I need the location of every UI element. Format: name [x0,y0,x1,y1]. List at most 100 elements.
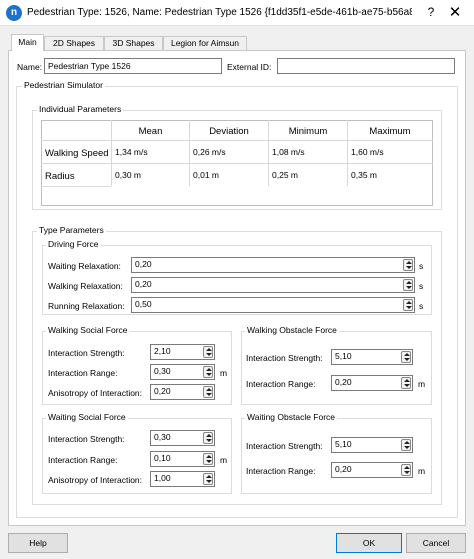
cell-walking-speed-minimum[interactable]: 1,08 m/s [272,147,305,157]
waiting-social-strength-spinbox[interactable]: 0,30 [150,430,215,446]
running-relaxation-unit: s [419,301,424,311]
walking-obstacle-range-label: Interaction Range: [246,379,316,389]
walking-social-anisotropy-label: Anisotropy of Interaction: [48,388,143,398]
walking-obstacle-range-spinbox[interactable]: 0,20 [331,375,413,391]
spin-arrows-icon[interactable] [203,386,213,398]
walking-social-force-title: Walking Social Force [46,325,130,335]
column-header-deviation: Deviation [209,126,249,137]
running-relaxation-value: 0,50 [135,299,152,309]
row-header-walking-speed: Walking Speed [45,148,109,159]
waiting-social-anisotropy-value: 1,00 [154,473,171,483]
help-icon[interactable]: ? [424,5,438,19]
individual-parameters-title: Individual Parameters [37,104,124,114]
waiting-social-strength-label: Interaction Strength: [48,434,125,444]
type-parameters-title: Type Parameters [37,225,106,235]
walking-social-range-spinbox[interactable]: 0,30 [150,364,215,380]
cell-radius-mean[interactable]: 0,30 m [115,170,141,180]
external-id-label: External ID: [227,62,272,72]
app-logo-icon: n [6,5,22,21]
cell-walking-speed-mean[interactable]: 1,34 m/s [115,147,148,157]
walking-social-strength-label: Interaction Strength: [48,348,125,358]
name-label: Name: [17,62,43,72]
waiting-obstacle-force-title: Waiting Obstacle Force [245,412,338,422]
title-bar: n Pedestrian Type: 1526, Name: Pedestria… [0,0,474,26]
spin-arrows-icon[interactable] [203,346,213,358]
walking-social-range-value: 0,30 [154,366,171,376]
walking-obstacle-force-title: Walking Obstacle Force [245,325,339,335]
waiting-relaxation-label: Waiting Relaxation: [48,261,121,271]
waiting-obstacle-range-label: Interaction Range: [246,466,316,476]
waiting-social-range-spinbox[interactable]: 0,10 [150,451,215,467]
walking-obstacle-strength-label: Interaction Strength: [246,353,323,363]
spin-arrows-icon[interactable] [401,377,411,389]
walking-social-range-label: Interaction Range: [48,368,118,378]
driving-force-title: Driving Force [46,239,101,249]
tab-legion-for-aimsun[interactable]: Legion for Aimsun [163,36,247,50]
table-divider [41,186,111,187]
spin-arrows-icon[interactable] [203,432,213,444]
column-header-mean: Mean [138,126,163,137]
row-header-radius: Radius [45,171,75,182]
spin-arrows-icon[interactable] [403,259,413,271]
running-relaxation-spinbox[interactable]: 0,50 [131,297,415,313]
spin-arrows-icon[interactable] [401,464,411,476]
spin-arrows-icon[interactable] [403,279,413,291]
cell-radius-minimum[interactable]: 0,25 m [272,170,298,180]
column-header-minimum: Minimum [288,126,328,137]
waiting-social-anisotropy-label: Anisotropy of Interaction: [48,475,143,485]
waiting-social-range-label: Interaction Range: [48,455,118,465]
close-icon[interactable]: ✕ [445,3,465,21]
pedestrian-simulator-title: Pedestrian Simulator [22,80,105,90]
tab-3d-shapes[interactable]: 3D Shapes [104,36,163,50]
waiting-social-range-unit: m [220,455,228,465]
spin-arrows-icon[interactable] [203,473,213,485]
walking-obstacle-force-group [241,331,432,405]
table-divider [41,140,433,141]
help-button[interactable]: Help [8,533,68,553]
waiting-relaxation-spinbox[interactable]: 0,20 [131,257,415,273]
cell-walking-speed-deviation[interactable]: 0,26 m/s [193,147,226,157]
walking-obstacle-range-unit: m [418,379,426,389]
spin-arrows-icon[interactable] [203,453,213,465]
waiting-social-anisotropy-spinbox[interactable]: 1,00 [150,471,215,487]
walking-obstacle-range-value: 0,20 [335,377,352,387]
walking-relaxation-unit: s [419,281,424,291]
column-header-maximum: Maximum [369,126,411,137]
walking-relaxation-label: Walking Relaxation: [48,281,123,291]
walking-social-anisotropy-spinbox[interactable]: 0,20 [150,384,215,400]
waiting-obstacle-force-group [241,418,432,494]
tab-main[interactable]: Main [11,34,44,51]
spin-arrows-icon[interactable] [203,366,213,378]
spin-arrows-icon[interactable] [403,299,413,311]
waiting-social-range-value: 0,10 [154,453,171,463]
waiting-obstacle-range-unit: m [418,466,426,476]
ok-button[interactable]: OK [336,533,402,553]
cancel-button[interactable]: Cancel [406,533,466,553]
waiting-obstacle-strength-label: Interaction Strength: [246,441,323,451]
waiting-obstacle-range-value: 0,20 [335,464,352,474]
walking-social-range-unit: m [220,368,228,378]
spin-arrows-icon[interactable] [401,351,411,363]
cell-radius-maximum[interactable]: 0,35 m [351,170,377,180]
external-id-field[interactable] [277,58,455,74]
waiting-relaxation-value: 0,20 [135,259,152,269]
waiting-relaxation-unit: s [419,261,424,271]
waiting-obstacle-range-spinbox[interactable]: 0,20 [331,462,413,478]
cell-walking-speed-maximum[interactable]: 1,60 m/s [351,147,384,157]
name-field[interactable]: Pedestrian Type 1526 [44,58,222,74]
walking-social-strength-value: 2,10 [154,346,171,356]
walking-social-strength-spinbox[interactable]: 2,10 [150,344,215,360]
waiting-obstacle-strength-spinbox[interactable]: 5,10 [331,437,413,453]
spin-arrows-icon[interactable] [401,439,411,451]
walking-relaxation-value: 0,20 [135,279,152,289]
running-relaxation-label: Running Relaxation: [48,301,125,311]
waiting-obstacle-strength-value: 5,10 [335,439,352,449]
window-title: Pedestrian Type: 1526, Name: Pedestrian … [27,7,412,18]
walking-obstacle-strength-spinbox[interactable]: 5,10 [331,349,413,365]
table-divider [41,163,433,164]
walking-relaxation-spinbox[interactable]: 0,20 [131,277,415,293]
waiting-social-force-title: Waiting Social Force [46,412,128,422]
walking-obstacle-strength-value: 5,10 [335,351,352,361]
cell-radius-deviation[interactable]: 0,01 m [193,170,219,180]
tab-2d-shapes[interactable]: 2D Shapes [44,36,104,50]
